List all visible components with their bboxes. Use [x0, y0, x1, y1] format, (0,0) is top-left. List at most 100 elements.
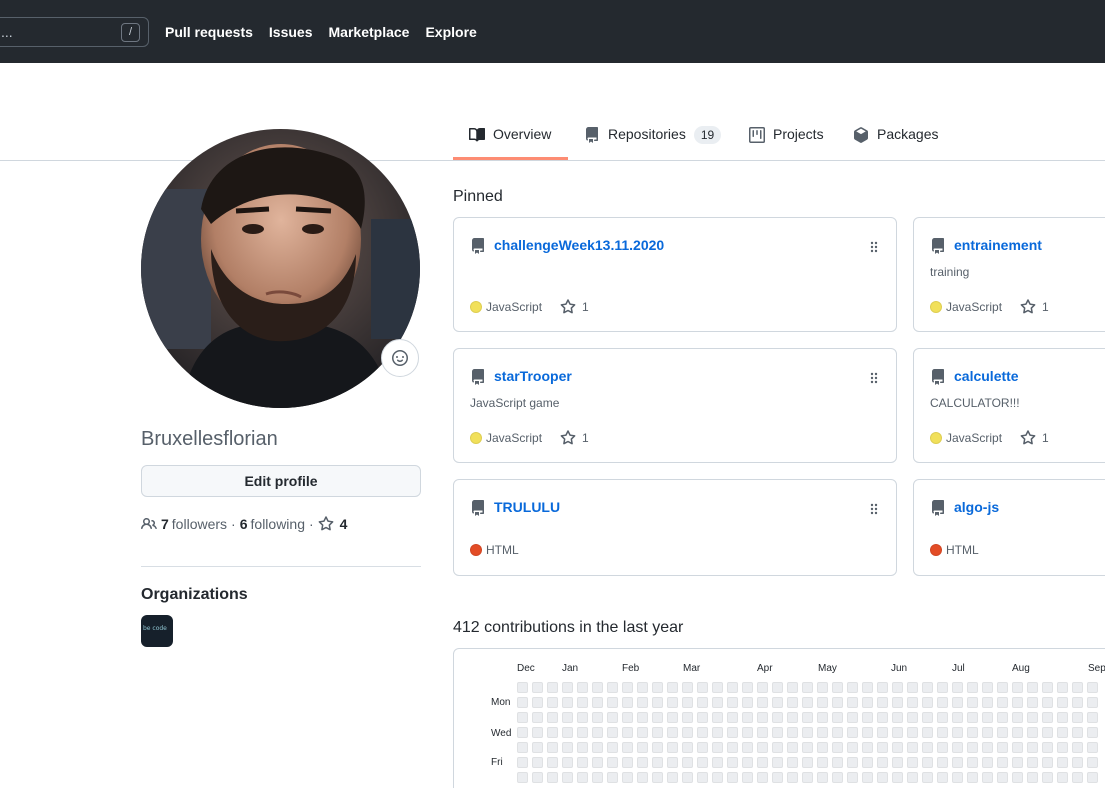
contribution-day-cell[interactable]	[847, 757, 858, 768]
contribution-day-cell[interactable]	[742, 712, 753, 723]
contribution-day-cell[interactable]	[922, 727, 933, 738]
contribution-day-cell[interactable]	[637, 742, 648, 753]
contribution-day-cell[interactable]	[1042, 742, 1053, 753]
search-input[interactable]: ... /	[0, 17, 149, 47]
contribution-day-cell[interactable]	[817, 697, 828, 708]
contribution-day-cell[interactable]	[757, 742, 768, 753]
contribution-day-cell[interactable]	[592, 712, 603, 723]
contribution-day-cell[interactable]	[877, 757, 888, 768]
repo-name-link[interactable]: challengeWeek13.11.2020	[494, 237, 664, 253]
contribution-day-cell[interactable]	[577, 772, 588, 783]
contribution-day-cell[interactable]	[907, 712, 918, 723]
contribution-day-cell[interactable]	[892, 772, 903, 783]
contribution-day-cell[interactable]	[712, 697, 723, 708]
contribution-day-cell[interactable]	[1027, 697, 1038, 708]
contribution-day-cell[interactable]	[952, 727, 963, 738]
contribution-day-cell[interactable]	[817, 712, 828, 723]
contribution-day-cell[interactable]	[1087, 682, 1098, 693]
contribution-day-cell[interactable]	[577, 757, 588, 768]
contribution-day-cell[interactable]	[1057, 682, 1068, 693]
contribution-day-cell[interactable]	[652, 712, 663, 723]
contribution-day-cell[interactable]	[967, 757, 978, 768]
contribution-day-cell[interactable]	[637, 712, 648, 723]
contribution-day-cell[interactable]	[682, 772, 693, 783]
contribution-day-cell[interactable]	[637, 727, 648, 738]
contribution-day-cell[interactable]	[757, 682, 768, 693]
contribution-day-cell[interactable]	[1042, 697, 1053, 708]
repo-name-link[interactable]: starTrooper	[494, 368, 572, 384]
contribution-day-cell[interactable]	[1012, 772, 1023, 783]
nav-explore[interactable]: Explore	[425, 24, 476, 40]
contribution-day-cell[interactable]	[727, 682, 738, 693]
contribution-day-cell[interactable]	[922, 697, 933, 708]
contribution-day-cell[interactable]	[1012, 757, 1023, 768]
contribution-day-cell[interactable]	[982, 682, 993, 693]
contribution-day-cell[interactable]	[862, 727, 873, 738]
contribution-day-cell[interactable]	[697, 772, 708, 783]
contribution-day-cell[interactable]	[1072, 682, 1083, 693]
contribution-day-cell[interactable]	[652, 742, 663, 753]
contribution-day-cell[interactable]	[817, 727, 828, 738]
contribution-day-cell[interactable]	[892, 742, 903, 753]
contribution-day-cell[interactable]	[802, 757, 813, 768]
contribution-day-cell[interactable]	[847, 742, 858, 753]
contribution-day-cell[interactable]	[847, 697, 858, 708]
contribution-day-cell[interactable]	[952, 697, 963, 708]
contribution-day-cell[interactable]	[652, 697, 663, 708]
pinned-repo-card[interactable]: starTrooper JavaScript game JavaScript 1	[453, 348, 897, 463]
contribution-day-cell[interactable]	[832, 682, 843, 693]
nav-marketplace[interactable]: Marketplace	[329, 24, 410, 40]
contribution-day-cell[interactable]	[562, 697, 573, 708]
drag-handle-icon[interactable]	[870, 371, 878, 387]
contribution-day-cell[interactable]	[1072, 772, 1083, 783]
repo-stars-link[interactable]: 1	[1020, 430, 1049, 446]
contribution-day-cell[interactable]	[772, 727, 783, 738]
contribution-day-cell[interactable]	[577, 712, 588, 723]
contribution-day-cell[interactable]	[832, 697, 843, 708]
contribution-day-cell[interactable]	[577, 682, 588, 693]
contribution-day-cell[interactable]	[757, 772, 768, 783]
contribution-day-cell[interactable]	[727, 772, 738, 783]
contribution-day-cell[interactable]	[517, 712, 528, 723]
contribution-day-cell[interactable]	[622, 712, 633, 723]
contribution-day-cell[interactable]	[742, 742, 753, 753]
contribution-day-cell[interactable]	[547, 772, 558, 783]
contribution-day-cell[interactable]	[907, 772, 918, 783]
contribution-day-cell[interactable]	[862, 682, 873, 693]
contribution-day-cell[interactable]	[1012, 697, 1023, 708]
contribution-day-cell[interactable]	[787, 682, 798, 693]
contribution-day-cell[interactable]	[607, 697, 618, 708]
contribution-day-cell[interactable]	[967, 742, 978, 753]
contribution-day-cell[interactable]	[787, 697, 798, 708]
contribution-day-cell[interactable]	[772, 712, 783, 723]
contribution-day-cell[interactable]	[652, 772, 663, 783]
contribution-day-cell[interactable]	[817, 682, 828, 693]
contribution-day-cell[interactable]	[682, 697, 693, 708]
contribution-day-cell[interactable]	[937, 682, 948, 693]
contribution-day-cell[interactable]	[1087, 697, 1098, 708]
contribution-day-cell[interactable]	[667, 757, 678, 768]
contribution-day-cell[interactable]	[592, 772, 603, 783]
contribution-day-cell[interactable]	[667, 772, 678, 783]
contribution-day-cell[interactable]	[907, 682, 918, 693]
contribution-day-cell[interactable]	[592, 697, 603, 708]
contribution-day-cell[interactable]	[742, 727, 753, 738]
contribution-day-cell[interactable]	[607, 757, 618, 768]
contribution-day-cell[interactable]	[547, 682, 558, 693]
contribution-day-cell[interactable]	[1027, 772, 1038, 783]
contribution-day-cell[interactable]	[787, 712, 798, 723]
contribution-day-cell[interactable]	[847, 727, 858, 738]
contribution-day-cell[interactable]	[547, 727, 558, 738]
contribution-day-cell[interactable]	[637, 697, 648, 708]
contribution-day-cell[interactable]	[667, 682, 678, 693]
pinned-repo-card[interactable]: TRULULU HTML	[453, 479, 897, 576]
contribution-day-cell[interactable]	[577, 727, 588, 738]
tab-projects[interactable]: Projects	[749, 126, 824, 160]
contribution-day-cell[interactable]	[802, 682, 813, 693]
contribution-day-cell[interactable]	[727, 697, 738, 708]
contribution-day-cell[interactable]	[697, 682, 708, 693]
contribution-day-cell[interactable]	[682, 757, 693, 768]
contribution-day-cell[interactable]	[772, 757, 783, 768]
contribution-day-cell[interactable]	[1057, 727, 1068, 738]
contribution-day-cell[interactable]	[757, 727, 768, 738]
